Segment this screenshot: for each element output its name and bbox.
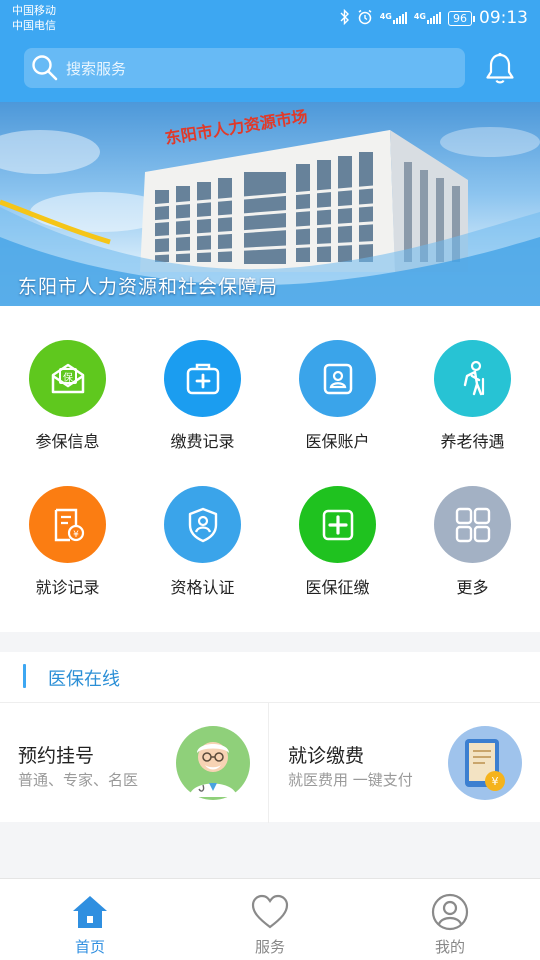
network-type-1: 4G	[379, 12, 392, 21]
service-label: 参保信息	[35, 432, 100, 451]
service-label: 就诊记录	[35, 578, 100, 597]
search-icon	[32, 55, 58, 81]
alarm-icon	[357, 9, 373, 28]
tab-label: 我的	[434, 938, 465, 956]
tab-label: 服务	[254, 938, 285, 956]
section-title: 医保在线	[48, 669, 120, 690]
payment-card[interactable]: 就诊缴费 就医费用 一键支付 ¥	[270, 703, 539, 823]
carrier-info: 中国移动 中国电信	[12, 3, 56, 33]
tab-home[interactable]: 首页	[0, 879, 180, 960]
service-label: 养老待遇	[440, 432, 505, 451]
receipt-icon: ¥	[29, 486, 106, 563]
service-payment-records[interactable]: 缴费记录	[135, 306, 270, 451]
carrier-2: 中国电信	[12, 19, 56, 32]
search-input[interactable]: 搜索服务	[24, 48, 465, 88]
svg-text:¥: ¥	[492, 775, 499, 788]
svg-text:保: 保	[63, 371, 73, 384]
search-placeholder: 搜索服务	[66, 59, 127, 78]
building-sign: 东阳市人力资源市场	[164, 107, 309, 148]
grid-more-icon	[434, 486, 511, 563]
account-card-icon	[299, 340, 376, 417]
doctor-avatar-icon	[176, 726, 250, 800]
online-services: 预约挂号 普通、专家、名医 就诊缴费 就医费用 一键支付 ¥	[0, 702, 540, 823]
elderly-icon	[434, 340, 511, 417]
banner[interactable]: 东阳市人力资源市场 东阳市人力资源和社会保障局	[0, 102, 540, 306]
svg-text:¥: ¥	[73, 530, 79, 540]
service-visit-records[interactable]: ¥ 就诊记录	[0, 452, 135, 597]
tab-mine[interactable]: 我的	[360, 879, 540, 960]
heart-icon	[251, 894, 289, 929]
top-header: 中国移动 中国电信 4G 4G 96 09:13 搜索服务	[0, 0, 540, 102]
service-medical-account[interactable]: 医保账户	[270, 306, 405, 451]
battery-indicator: 96	[448, 10, 475, 26]
service-label: 更多	[456, 578, 489, 597]
network-type-2: 4G	[413, 12, 426, 21]
signal-2-icon: 4G	[414, 12, 441, 24]
carrier-1: 中国移动	[12, 4, 56, 17]
service-label: 资格认证	[170, 578, 235, 597]
card-title: 预约挂号	[18, 745, 95, 767]
service-insurance-info[interactable]: 保 参保信息	[0, 306, 135, 451]
section-accent-bar	[23, 664, 26, 688]
card-subtitle: 就医费用 一键支付	[288, 771, 413, 789]
section-header: 医保在线	[0, 652, 540, 702]
bluetooth-icon	[340, 8, 350, 28]
bottom-tab-bar: 首页 服务 我的	[0, 878, 540, 960]
bell-icon[interactable]	[484, 52, 516, 86]
home-icon	[73, 896, 107, 928]
appointment-card[interactable]: 预约挂号 普通、专家、名医	[0, 703, 269, 823]
service-qualification[interactable]: 资格认证	[135, 452, 270, 597]
status-bar: 中国移动 中国电信 4G 4G 96 09:13	[0, 0, 540, 36]
status-time: 09:13	[479, 8, 528, 28]
service-label: 医保征缴	[305, 578, 370, 597]
service-pension[interactable]: 养老待遇	[405, 306, 540, 451]
medical-case-icon	[164, 340, 241, 417]
card-title: 就诊缴费	[288, 745, 365, 767]
services-grid: 保 参保信息 缴费记录 医保账户 养老待遇 ¥ 就诊记录 资格认证 医保征缴 更…	[0, 306, 540, 632]
banner-title: 东阳市人力资源和社会保障局	[18, 276, 279, 298]
signal-1-icon: 4G	[380, 12, 407, 24]
tab-label: 首页	[74, 938, 105, 956]
service-label: 医保账户	[305, 432, 370, 451]
service-insurance-collection[interactable]: 医保征缴	[270, 452, 405, 597]
tab-services[interactable]: 服务	[180, 879, 360, 960]
status-icons: 4G 4G 96 09:13	[340, 6, 528, 30]
payment-bill-icon: ¥	[448, 726, 522, 800]
service-more[interactable]: 更多	[405, 452, 540, 597]
service-label: 缴费记录	[170, 432, 235, 451]
plus-box-icon	[299, 486, 376, 563]
shield-person-icon	[164, 486, 241, 563]
insurance-envelope-icon: 保	[29, 340, 106, 417]
card-subtitle: 普通、专家、名医	[18, 771, 139, 789]
user-icon	[431, 893, 469, 931]
